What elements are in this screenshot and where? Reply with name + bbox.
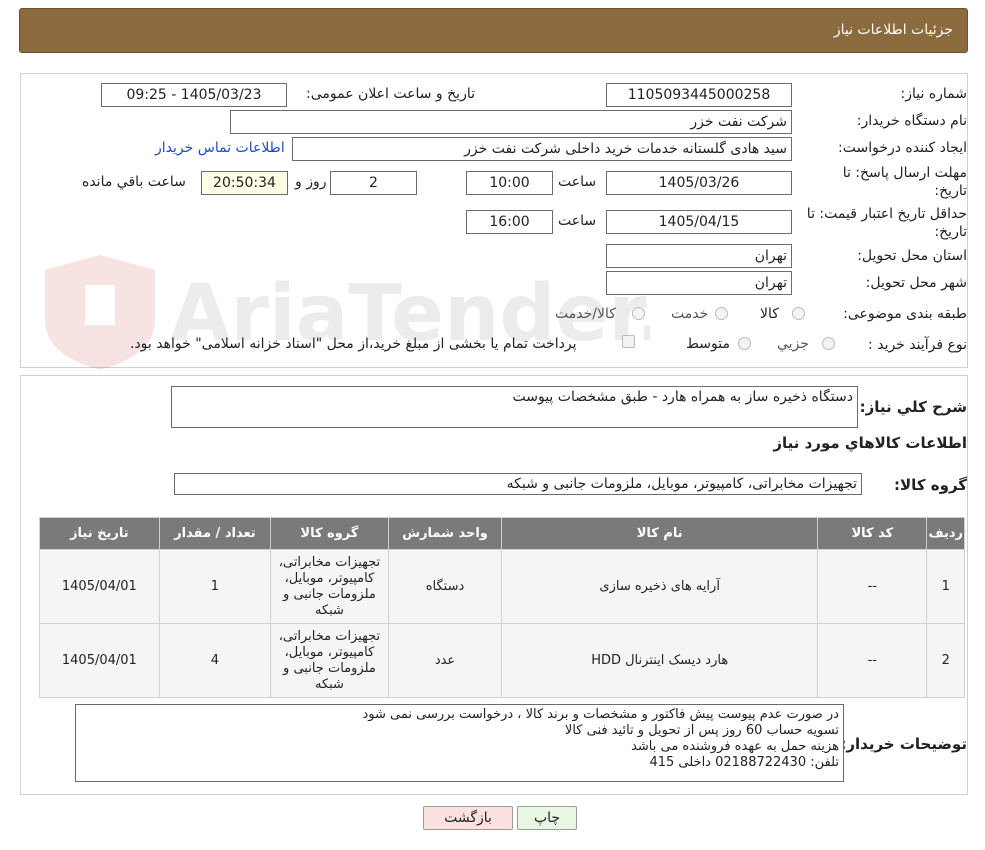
category-label: طبقه بندی موضوعی: (843, 306, 967, 322)
col-name: نام کالا (501, 517, 819, 550)
col-row: ردیف (926, 517, 965, 550)
buyer-org-label: نام دستگاه خریدار: (856, 113, 967, 129)
cell-qty: 4 (158, 623, 272, 698)
cell-name: آرایه های ذخیره سازی (501, 549, 819, 624)
reply-deadline-label-2: تاریخ: (934, 183, 967, 199)
purchase-type-label: نوع فرآیند خرید : (868, 337, 967, 353)
col-unit: واحد شمارش (387, 517, 503, 550)
cell-code: -- (817, 549, 928, 624)
price-time-label: ساعت (558, 213, 597, 229)
purchase-medium-label: متوسط (686, 336, 730, 352)
buyer-notes-label: توضیحات خریدار: (840, 735, 967, 753)
need-number-label: شماره نیاز: (900, 86, 968, 102)
purchase-minor-radio[interactable] (822, 337, 835, 350)
cell-qty: 1 (158, 549, 272, 624)
general-desc-field: دستگاه ذخیره ساز به همراه هارد - طبق مشخ… (171, 386, 858, 428)
price-validity-label: حداقل تاریخ اعتبار قیمت: تا (806, 206, 967, 222)
cell-row: 1 (926, 549, 965, 624)
items-table: ردیف کد کالا نام کالا واحد شمارش گروه کا… (39, 517, 965, 698)
cell-group: تجهیزات مخابراتی، کامپیوتر، موبایل، ملزو… (270, 623, 389, 698)
goods-group-label: گروه کالا: (894, 476, 967, 494)
back-button[interactable]: بازگشت (423, 806, 513, 830)
cell-name: هارد دیسک اینترنال HDD (501, 623, 819, 698)
category-service-radio[interactable] (715, 307, 728, 320)
city-label: شهر محل تحویل: (865, 275, 967, 291)
col-qty: تعداد / مقدار (158, 517, 272, 550)
need-number-field: 1105093445000258 (606, 83, 792, 107)
table-row: 2 -- هارد دیسک اینترنال HDD عدد تجهیزات … (39, 623, 965, 698)
buyer-notes-field: در صورت عدم پیوست پیش فاکتور و مشخصات و … (75, 704, 844, 782)
price-time-field: 16:00 (466, 210, 553, 234)
cell-date: 1405/04/01 (39, 549, 160, 624)
purchase-medium-radio[interactable] (738, 337, 751, 350)
reply-date-field: 1405/03/26 (606, 171, 792, 195)
creator-label: ایجاد کننده درخواست: (838, 140, 967, 156)
table-row: 1 -- آرایه های ذخیره سازی دستگاه تجهیزات… (39, 549, 965, 624)
category-goods-label: کالا (760, 306, 779, 322)
announce-datetime-field: 1405/03/23 - 09:25 (101, 83, 287, 107)
category-goods-radio[interactable] (792, 307, 805, 320)
print-button[interactable]: چاپ (517, 806, 577, 830)
price-validity-label-2: تاریخ: (934, 224, 967, 240)
reply-time-label: ساعت (558, 174, 597, 190)
category-both-radio[interactable] (632, 307, 645, 320)
cell-row: 2 (926, 623, 965, 698)
cell-date: 1405/04/01 (39, 623, 160, 698)
province-field: تهران (606, 244, 792, 268)
cell-unit: دستگاه (387, 549, 503, 624)
creator-field: سید هادی گلستانه خدمات خرید داخلی شرکت ن… (292, 137, 792, 161)
price-validity-date-field: 1405/04/15 (606, 210, 792, 234)
general-desc-label: شرح کلي نیاز: (859, 398, 967, 416)
reply-deadline-label: مهلت ارسال پاسخ: تا (842, 165, 967, 181)
province-label: استان محل تحویل: (857, 248, 967, 264)
cell-group: تجهیزات مخابراتی، کامپیوتر، موبایل، ملزو… (270, 549, 389, 624)
items-info-heading: اطلاعات کالاهاي مورد نیاز (773, 434, 967, 452)
announce-datetime-label: تاریخ و ساعت اعلان عمومی: (306, 86, 475, 102)
category-both-label: کالا/خدمت (555, 306, 616, 322)
page-header: جزئیات اطلاعات نیاز (19, 8, 968, 53)
buyer-contact-link[interactable]: اطلاعات تماس خریدار (155, 140, 285, 156)
city-field: تهران (606, 271, 792, 295)
page-title: جزئیات اطلاعات نیاز (833, 22, 953, 38)
treasury-note: پرداخت تمام یا بخشی از مبلغ خرید،از محل … (130, 336, 577, 352)
col-group: گروه کالا (270, 517, 389, 550)
reply-time-field: 10:00 (466, 171, 553, 195)
category-service-label: خدمت (671, 306, 709, 322)
treasury-checkbox[interactable] (622, 335, 635, 348)
cell-unit: عدد (387, 623, 503, 698)
remaining-time-field: 20:50:34 (201, 171, 288, 195)
col-code: کد کالا (817, 517, 928, 550)
remaining-label: ساعت باقي مانده (82, 174, 186, 190)
purchase-minor-label: جزیي (777, 336, 809, 352)
cell-code: -- (817, 623, 928, 698)
table-header-row: ردیف کد کالا نام کالا واحد شمارش گروه کا… (39, 517, 965, 550)
goods-group-field: تجهیزات مخابراتی، کامپیوتر، موبایل، ملزو… (174, 473, 862, 495)
col-date: تاریخ نیاز (39, 517, 160, 550)
buyer-org-field: شرکت نفت خزر (230, 110, 792, 134)
day-and-label: روز و (295, 174, 327, 190)
reply-days-field: 2 (330, 171, 417, 195)
